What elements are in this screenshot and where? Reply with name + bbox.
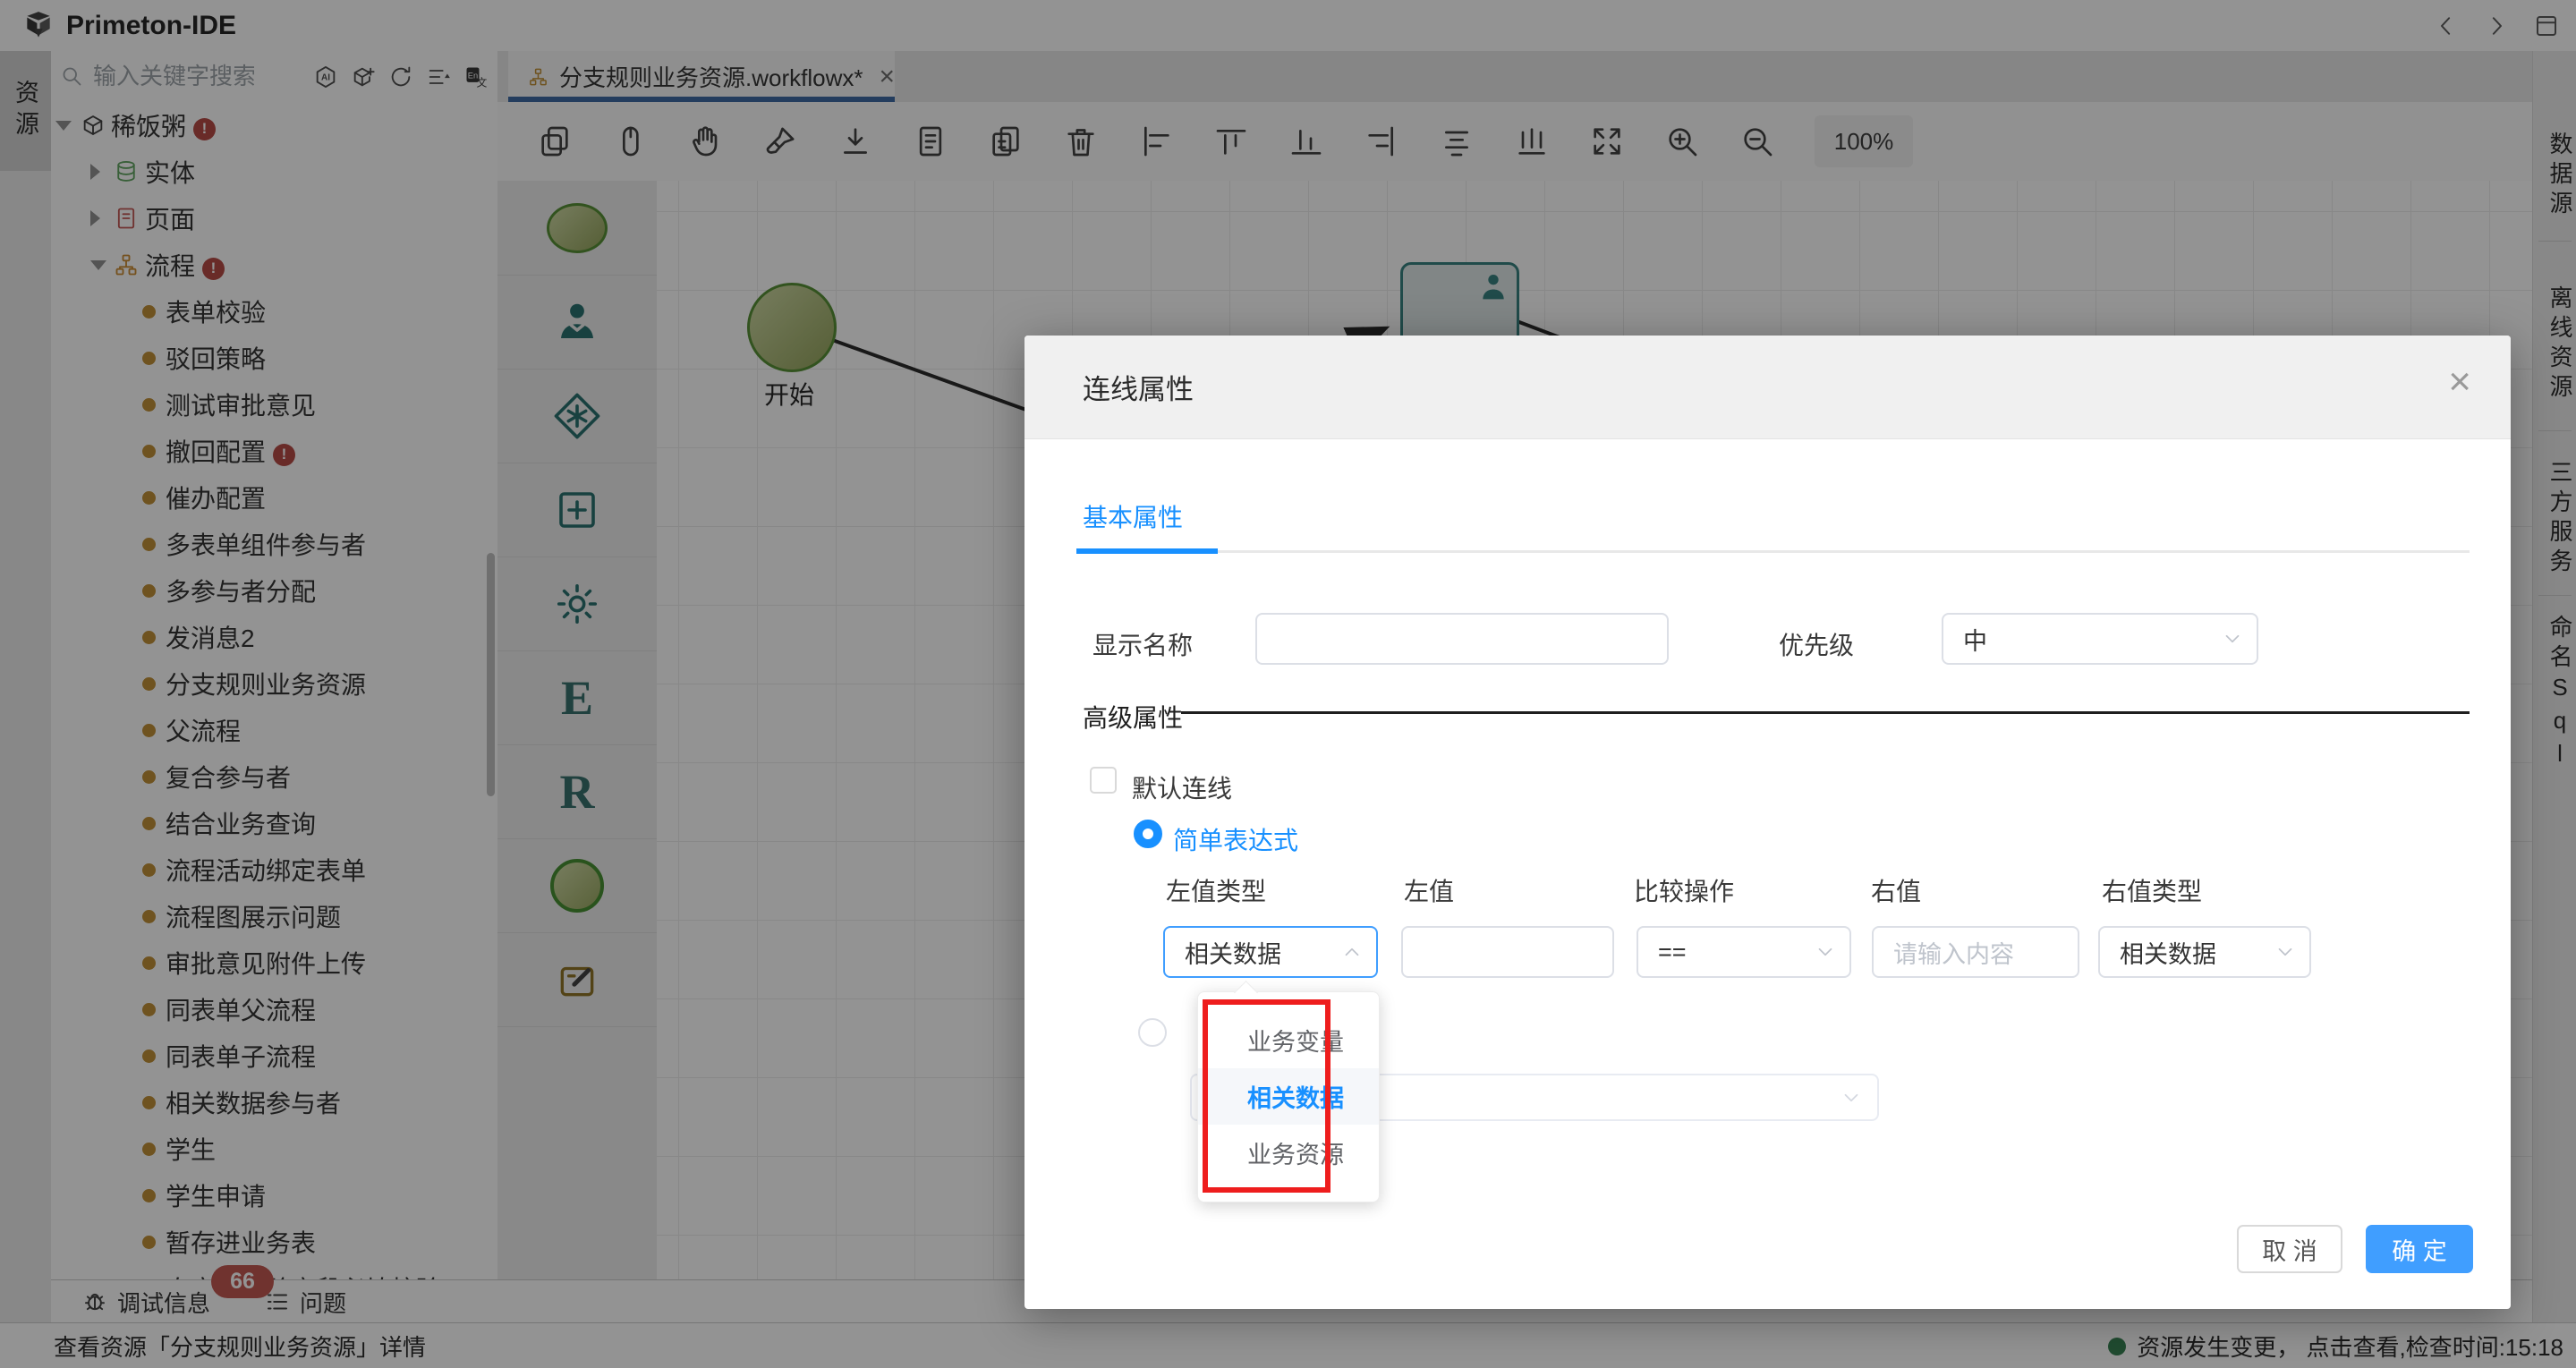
chevron-up-icon bbox=[1340, 940, 1364, 964]
column-label: 左值 bbox=[1404, 878, 1455, 905]
tab-divider bbox=[1083, 550, 2470, 553]
left-value-input[interactable] bbox=[1401, 926, 1614, 978]
dialog-header: 连线属性 × bbox=[1024, 336, 2511, 439]
app-window: Primeton-IDE 资源 AIEn文 稀饭粥!实体页面流程!表单校验驳回策… bbox=[0, 0, 2576, 1368]
compare-op-value: == bbox=[1658, 938, 1687, 965]
close-icon[interactable]: × bbox=[2448, 362, 2471, 402]
left-type-value: 相关数据 bbox=[1185, 940, 1281, 968]
line-properties-dialog: 连线属性 × 基本属性 显示名称 优先级 中 高级属性 默认连线 简单表达式 左… bbox=[1024, 336, 2511, 1309]
advanced-section-rule bbox=[1181, 711, 2470, 714]
tab-active-underline bbox=[1076, 548, 1218, 554]
simple-expression-label[interactable]: 简单表达式 bbox=[1173, 821, 1298, 857]
right-value-input[interactable]: 请输入内容 bbox=[1872, 926, 2079, 978]
compare-op-select[interactable]: == bbox=[1637, 926, 1851, 978]
right-value-placeholder: 请输入内容 bbox=[1893, 940, 2014, 968]
simple-expression-radio[interactable] bbox=[1134, 820, 1162, 848]
column-label: 右值 bbox=[1871, 878, 1922, 905]
annotation-red-box bbox=[1203, 999, 1331, 1193]
display-name-label: 显示名称 bbox=[1092, 632, 1194, 659]
chevron-down-icon bbox=[2274, 940, 2297, 964]
display-name-input[interactable] bbox=[1255, 613, 1669, 665]
cancel-button[interactable]: 取 消 bbox=[2237, 1225, 2342, 1273]
priority-value: 中 bbox=[1963, 627, 1987, 655]
right-type-select[interactable]: 相关数据 bbox=[2098, 926, 2311, 978]
advanced-section-label: 高级属性 bbox=[1083, 704, 1184, 732]
dialog-title: 连线属性 bbox=[1083, 374, 1194, 405]
priority-label: 优先级 bbox=[1779, 632, 1855, 659]
priority-select[interactable]: 中 bbox=[1942, 613, 2258, 665]
chevron-down-icon bbox=[1840, 1086, 1863, 1109]
secondary-radio[interactable] bbox=[1138, 1018, 1167, 1047]
left-type-select[interactable]: 相关数据 bbox=[1163, 926, 1378, 978]
chevron-down-icon bbox=[2221, 627, 2244, 650]
default-line-checkbox[interactable] bbox=[1090, 767, 1117, 794]
chevron-down-icon bbox=[1814, 940, 1837, 964]
right-type-value: 相关数据 bbox=[2120, 940, 2216, 968]
column-label: 右值类型 bbox=[2102, 878, 2203, 905]
column-label: 比较操作 bbox=[1634, 878, 1735, 905]
column-label: 左值类型 bbox=[1166, 878, 1267, 905]
ok-button[interactable]: 确 定 bbox=[2366, 1225, 2473, 1273]
default-line-label: 默认连线 bbox=[1132, 775, 1233, 803]
tab-basic-properties[interactable]: 基本属性 bbox=[1083, 498, 1183, 534]
